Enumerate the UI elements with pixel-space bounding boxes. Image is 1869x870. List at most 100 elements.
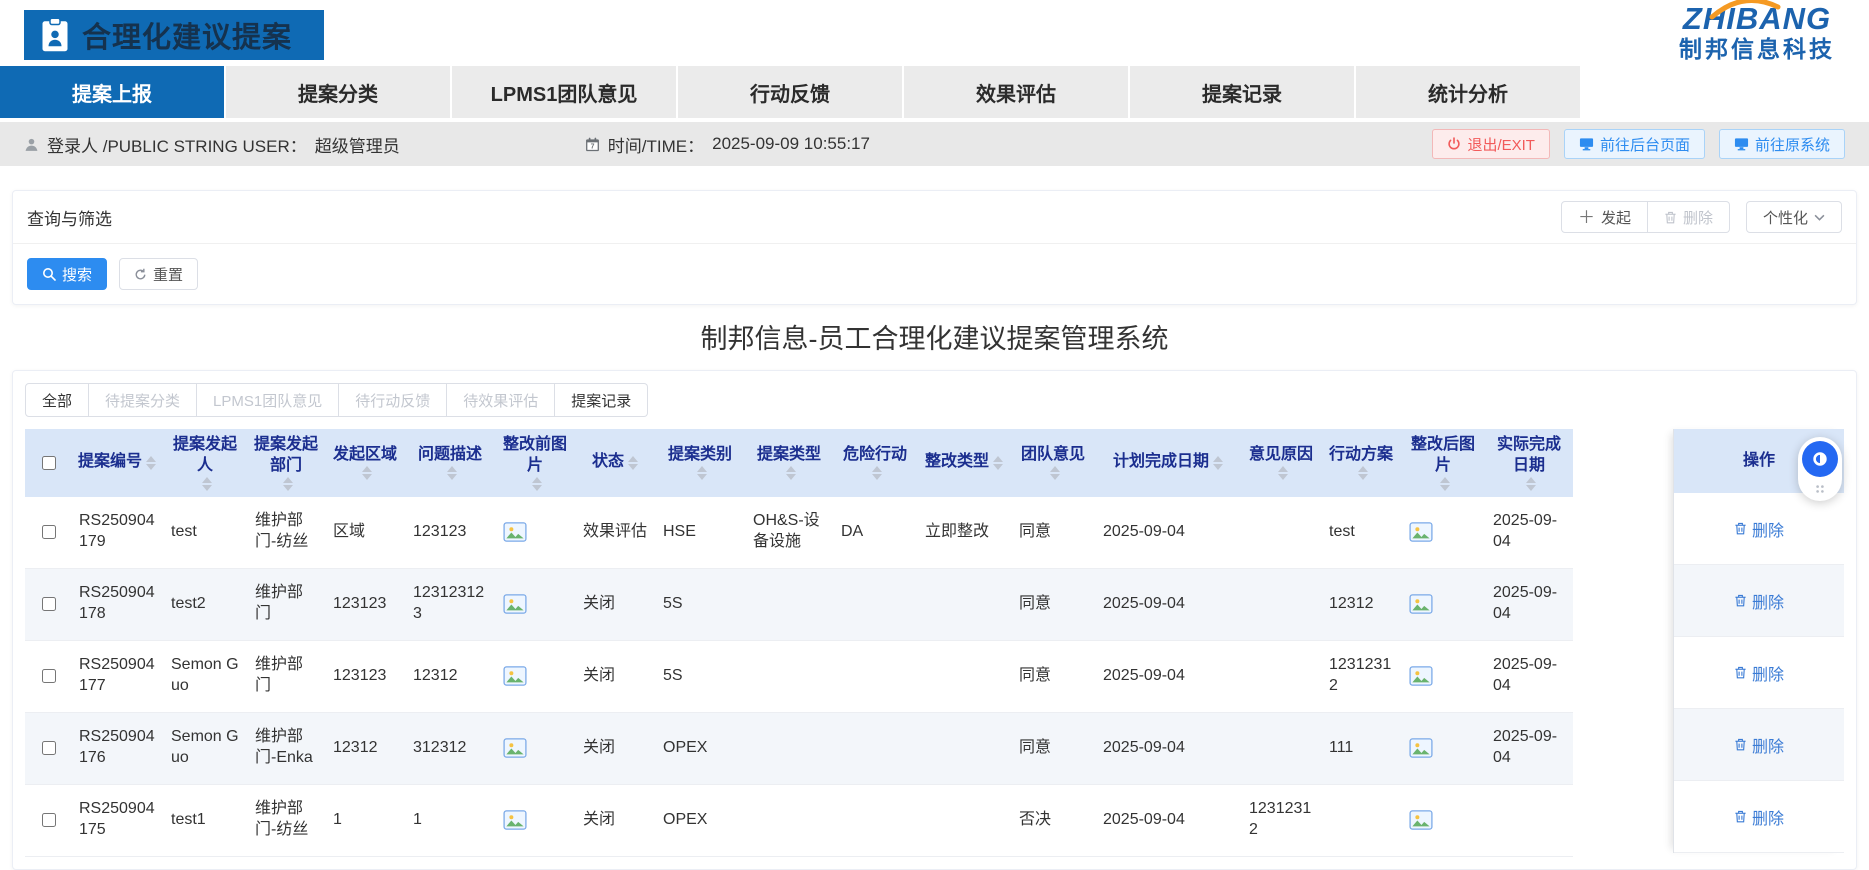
query-card-body: 搜索 重置 [13, 244, 1856, 304]
chevron-down-icon [1814, 214, 1825, 221]
select-all-checkbox[interactable] [42, 456, 56, 470]
sort-asc-icon [628, 456, 638, 462]
sort-carets-icon[interactable] [1526, 477, 1536, 491]
column-header-label: 计划完成日期 [1113, 452, 1209, 473]
trash-icon [1734, 738, 1747, 751]
delete-row-link[interactable]: 删除 [1734, 805, 1784, 829]
row-checkbox[interactable] [42, 525, 56, 539]
sort-carets-icon[interactable] [1440, 477, 1450, 491]
reset-button[interactable]: 重置 [119, 258, 198, 290]
tab-5[interactable]: 效果评估 [904, 66, 1130, 118]
sort-asc-icon [532, 477, 542, 483]
image-icon[interactable] [1409, 810, 1433, 830]
cell-after-image [1401, 713, 1485, 784]
delete-row-link[interactable]: 删除 [1734, 733, 1784, 757]
sort-desc-icon [1526, 485, 1536, 491]
sort-carets-icon[interactable] [362, 466, 372, 480]
go-legacy-button[interactable]: 前往原系统 [1719, 129, 1845, 159]
tab-2[interactable]: 提案分类 [226, 66, 452, 118]
tab-4[interactable]: 行动反馈 [678, 66, 904, 118]
sort-carets-icon[interactable] [993, 456, 1003, 470]
sort-asc-icon [1278, 466, 1288, 472]
table-row: RS250904179test维护部门-纺丝区域123123效果评估HSEOH&… [25, 497, 1573, 569]
sort-carets-icon[interactable] [146, 456, 156, 470]
sort-asc-icon [362, 466, 372, 472]
tab-7[interactable]: 统计分析 [1356, 66, 1582, 118]
cell-action-plan [1321, 785, 1401, 856]
sort-carets-icon[interactable] [697, 466, 707, 480]
image-icon[interactable] [503, 810, 527, 830]
sort-desc-icon [697, 474, 707, 480]
sort-carets-icon[interactable] [283, 477, 293, 491]
cell-status: 关闭 [575, 569, 655, 640]
delete-row-label: 删除 [1752, 805, 1784, 829]
image-icon[interactable] [1409, 738, 1433, 758]
brand: ZHIBANG 制邦信息科技 [1679, 3, 1835, 61]
image-icon[interactable] [503, 594, 527, 614]
tab-1[interactable]: 提案上报 [0, 66, 226, 118]
go-backend-button[interactable]: 前往后台页面 [1564, 129, 1705, 159]
cell-opinion-reason [1241, 569, 1321, 640]
main-tabs: 提案上报提案分类LPMS1团队意见行动反馈效果评估提案记录统计分析 [0, 66, 1869, 118]
sort-carets-icon[interactable] [628, 456, 638, 470]
search-button[interactable]: 搜索 [27, 258, 107, 290]
sort-carets-icon[interactable] [1358, 466, 1368, 480]
cell-proposer: test1 [163, 785, 247, 856]
query-filter-card: 查询与筛选 ＋ 发起 删除 [12, 190, 1857, 305]
cell-team-opinion: 同意 [1011, 569, 1095, 640]
delete-row-link[interactable]: 删除 [1734, 661, 1784, 685]
image-icon[interactable] [1409, 594, 1433, 614]
row-checkbox[interactable] [42, 669, 56, 683]
sort-asc-icon [1358, 466, 1368, 472]
image-icon[interactable] [503, 738, 527, 758]
delete-row-link[interactable]: 删除 [1734, 517, 1784, 541]
row-checkbox[interactable] [42, 741, 56, 755]
sort-asc-icon [283, 477, 293, 483]
exit-button[interactable]: 退出/EXIT [1432, 129, 1550, 159]
filter-tab-6[interactable]: 提案记录 [555, 383, 648, 417]
column-header-proposal-id: 提案编号 [71, 429, 163, 497]
column-header-label: 行动方案 [1329, 445, 1393, 466]
column-header-label: 提案类别 [668, 445, 732, 466]
sort-carets-icon[interactable] [532, 477, 542, 491]
sort-carets-icon[interactable] [202, 477, 212, 491]
image-icon[interactable] [1409, 522, 1433, 542]
tab-6[interactable]: 提案记录 [1130, 66, 1356, 118]
filter-tab-1[interactable]: 全部 [25, 383, 89, 417]
sort-carets-icon[interactable] [1278, 466, 1288, 480]
page-title: 制邦信息-员工合理化建议提案管理系统 [0, 317, 1869, 356]
column-header-label: 意见原因 [1249, 445, 1313, 466]
row-checkbox[interactable] [42, 813, 56, 827]
column-header-label: 提案编号 [78, 452, 142, 473]
launch-button[interactable]: ＋ 发起 [1561, 201, 1648, 233]
column-header-label: 实际完成日期 [1491, 435, 1567, 477]
cell-rectify-type: 立即整改 [917, 497, 1011, 568]
cell-proposer: Semon Guo [163, 713, 247, 784]
personalize-button[interactable]: 个性化 [1746, 201, 1842, 233]
refresh-icon [134, 268, 147, 281]
cell-problem: 1 [405, 785, 495, 856]
sort-carets-icon[interactable] [1050, 466, 1060, 480]
image-icon[interactable] [503, 522, 527, 542]
sort-desc-icon [786, 474, 796, 480]
column-header-action-plan: 行动方案 [1321, 429, 1401, 497]
sort-carets-icon[interactable] [1213, 456, 1223, 470]
drag-dots-icon[interactable] [1814, 483, 1826, 495]
user-bar: 登录人 /PUBLIC STRING USER： 超级管理员 7 时间/TIME… [0, 122, 1869, 166]
delete-row-label: 删除 [1752, 733, 1784, 757]
column-header-after-image: 整改后图片 [1401, 429, 1485, 497]
image-icon[interactable] [1409, 666, 1433, 686]
cell-category: HSE [655, 497, 745, 568]
delete-row-link[interactable]: 删除 [1734, 589, 1784, 613]
sort-carets-icon[interactable] [872, 466, 882, 480]
sort-carets-icon[interactable] [447, 466, 457, 480]
image-icon[interactable] [503, 666, 527, 686]
theme-circle-button[interactable] [1802, 441, 1838, 477]
column-header-department: 提案发起部门 [247, 429, 325, 497]
column-header-actual-date: 实际完成日期 [1485, 429, 1573, 497]
row-checkbox[interactable] [42, 597, 56, 611]
cell-actual-date: 2025-09-04 [1485, 497, 1573, 568]
sort-carets-icon[interactable] [786, 466, 796, 480]
user-bar-actions: 退出/EXIT 前往后台页面 前往原系统 [1432, 129, 1845, 159]
tab-3[interactable]: LPMS1团队意见 [452, 66, 678, 118]
